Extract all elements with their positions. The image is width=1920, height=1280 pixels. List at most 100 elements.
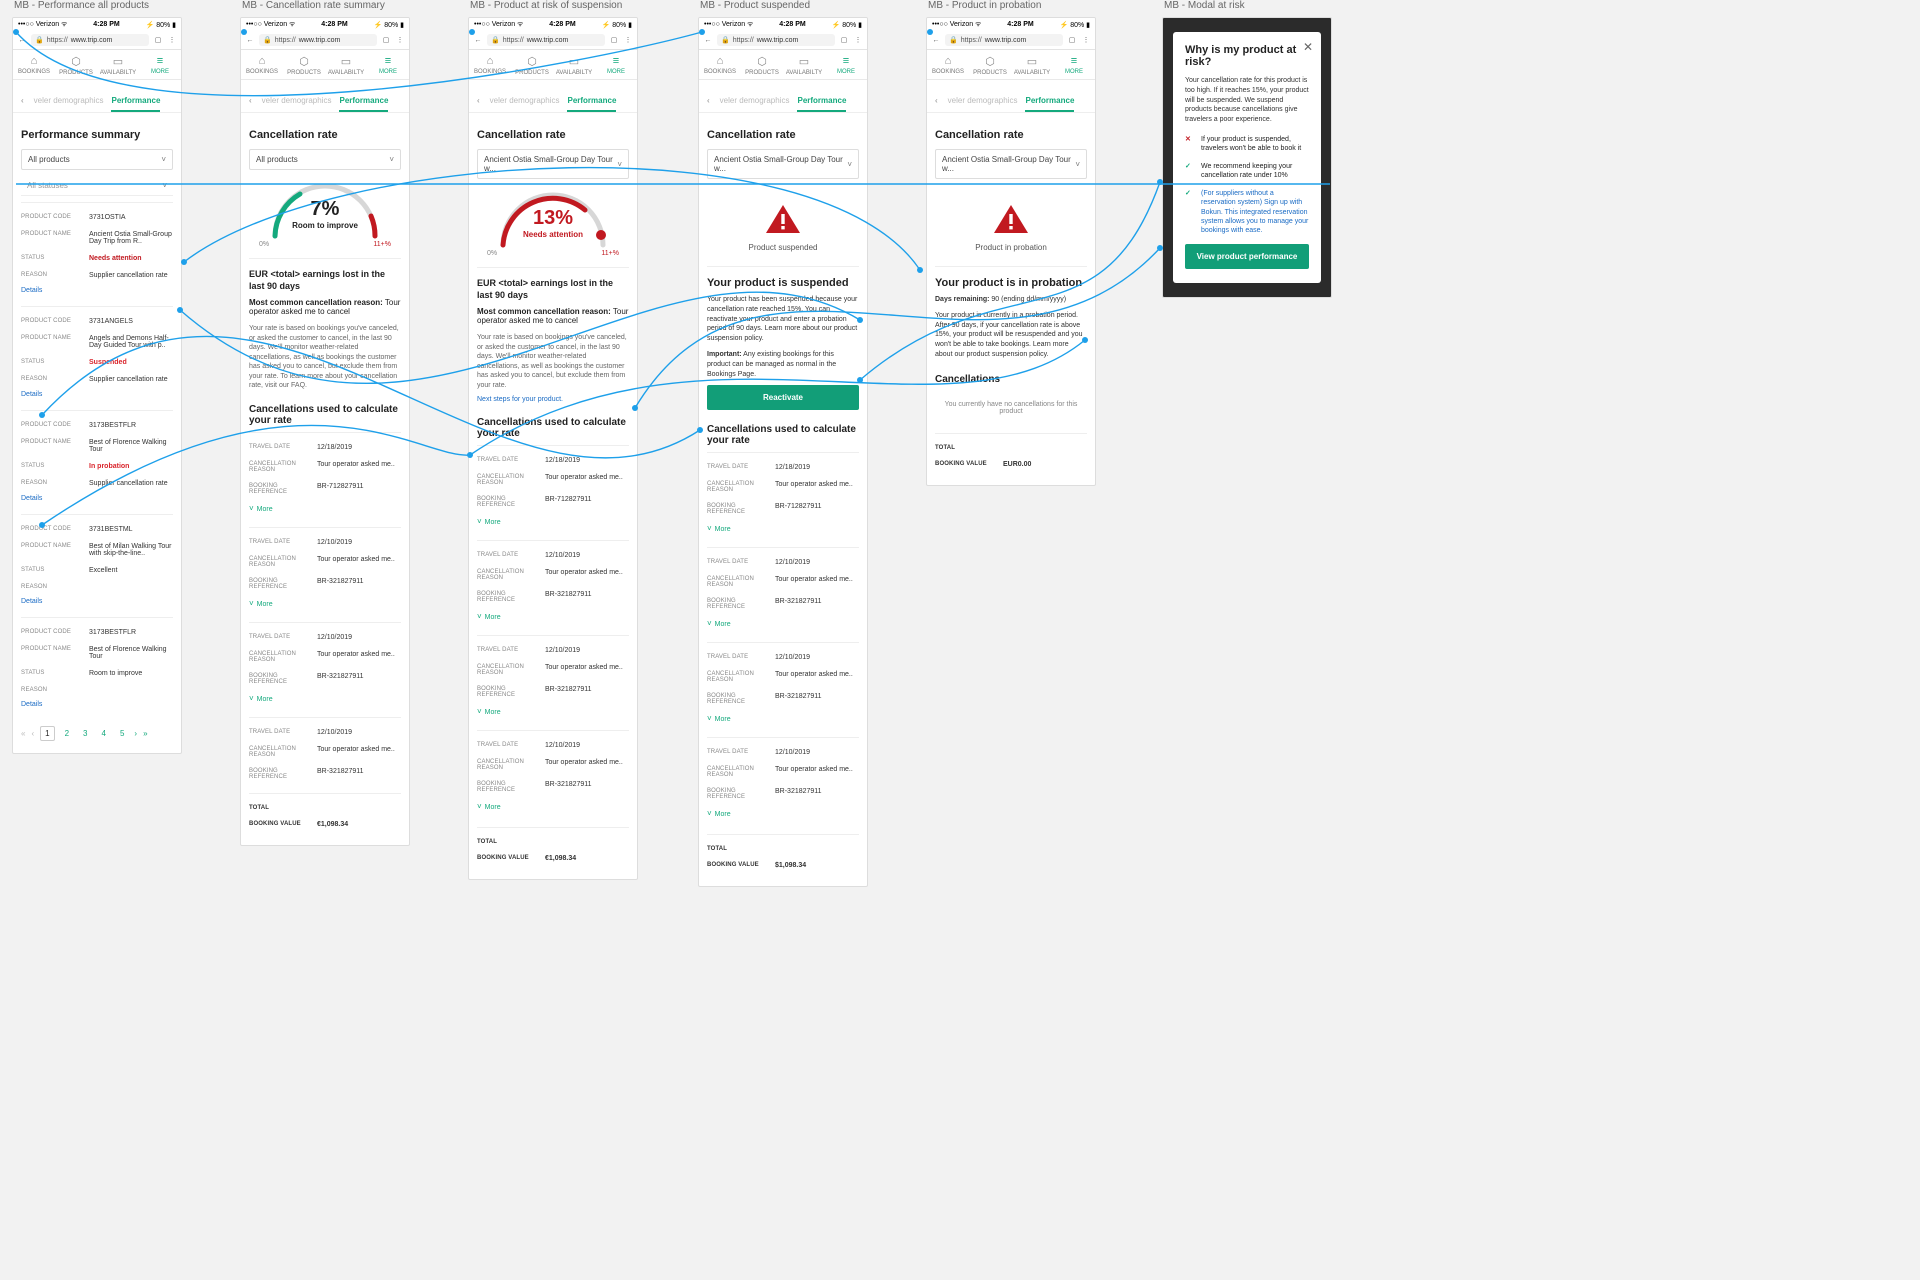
nav-bookings[interactable]: ⌂BOOKINGS [241, 55, 283, 76]
status-filter[interactable]: All statuses˅ [21, 176, 173, 196]
expand-more[interactable]: ˅More [707, 524, 731, 533]
status-bar: •••○○ Verizon ᯤ4:28 PM⚡ 80% ▮ [241, 18, 409, 31]
booking-value-label: BOOKING VALUE [249, 821, 311, 828]
expand-more[interactable]: ˅More [477, 612, 501, 621]
pager-last[interactable]: » [143, 729, 147, 738]
product-filter[interactable]: Ancient Ostia Small-Group Day Tour w...˅ [477, 149, 629, 179]
nav-more[interactable]: ≡MORE [139, 55, 181, 76]
chevron-left-icon[interactable]: ‹ [249, 96, 252, 112]
product-row: PRODUCT CODE3173BESTFLR PRODUCT NAMEBest… [21, 617, 173, 718]
carrier: •••○○ Verizon ᯤ [18, 20, 67, 29]
url-bar[interactable]: 🔒 https://www.trip.com [31, 34, 149, 46]
sub-tabs: ‹ veler demographics Performance [13, 88, 181, 113]
tab-demographics[interactable]: veler demographics [34, 96, 104, 112]
back-icon[interactable]: ← [245, 37, 255, 44]
expand-more[interactable]: ˅More [249, 599, 273, 608]
chevron-left-icon[interactable]: ‹ [21, 96, 24, 112]
view-performance-button[interactable]: View product performance [1185, 244, 1309, 269]
pager-next[interactable]: › [134, 729, 137, 738]
expand-more[interactable]: ˅More [707, 809, 731, 818]
pagination: « ‹ 1 2 3 4 5 › » [21, 726, 173, 741]
nav-more[interactable]: ≡MORE [367, 55, 409, 76]
expand-more[interactable]: ˅More [249, 504, 273, 513]
tab-demographics[interactable]: veler demographics [262, 96, 332, 112]
screen-label: MB - Modal at risk [1162, 0, 1332, 11]
pager-page[interactable]: 4 [97, 727, 109, 740]
details-link[interactable]: Details [21, 701, 42, 708]
lock-icon: 🔒 [35, 36, 44, 44]
tabs-icon[interactable]: ▢ [153, 36, 163, 44]
page-title: Cancellation rate [707, 129, 859, 141]
tab-performance[interactable]: Performance [111, 96, 160, 112]
pager-page[interactable]: 1 [40, 726, 54, 741]
url-bar[interactable]: 🔒https://www.trip.com [487, 34, 605, 46]
cxl-row: TRAVEL DATE12/18/2019 CANCELLATION REASO… [707, 452, 859, 541]
cxl-row: TRAVEL DATE12/10/2019 CANCELLATION REASO… [477, 540, 629, 629]
url-text: www.trip.com [71, 37, 113, 44]
gauge-value: 7% [265, 198, 385, 221]
nav-availability[interactable]: ▭AVAILABILTY [97, 55, 139, 76]
top-nav: ⌂BOOKINGS ⬡PRODUCTS ▭AVAILABILTY ≡MORE [13, 50, 181, 80]
expand-more[interactable]: ˅More [707, 714, 731, 723]
expand-more[interactable]: ˅More [707, 619, 731, 628]
url-bar[interactable]: 🔒https://www.trip.com [259, 34, 377, 46]
product-filter[interactable]: All products˅ [21, 149, 173, 170]
product-filter[interactable]: All products˅ [249, 149, 401, 170]
common-reason: Most common cancellation reason: Tour op… [249, 298, 401, 316]
product-row: PRODUCT CODE3173BESTFLR PRODUCT NAMEBest… [21, 410, 173, 512]
label-name: PRODUCT NAME [21, 231, 83, 245]
earnings-lost: EUR <total> earnings lost in the last 90… [249, 269, 401, 292]
gauge-min: 0% [259, 241, 269, 248]
tag-icon: ⌂ [13, 55, 55, 67]
tab-performance[interactable]: Performance [339, 96, 388, 112]
phone-frame: •••○○ Verizon ᯤ4:28 PM⚡ 80% ▮ ←🔒https://… [468, 17, 638, 880]
banner-title: Your product is suspended [707, 277, 859, 289]
tabs-icon[interactable]: ▢ [381, 36, 391, 44]
pager-page[interactable]: 2 [61, 727, 73, 740]
product-filter[interactable]: Ancient Ostia Small-Group Day Tour w...˅ [707, 149, 859, 179]
more-icon[interactable]: ⋮ [167, 36, 177, 44]
value-name: Ancient Ostia Small-Group Day Trip from … [89, 231, 173, 245]
nav-products[interactable]: ⬡PRODUCTS [283, 55, 325, 76]
cxl-heading: Cancellations [935, 374, 1087, 385]
close-icon[interactable]: ✕ [1303, 40, 1313, 54]
cxl-row: TRAVEL DATE12/10/2019 CANCELLATION REASO… [249, 717, 401, 785]
screen-label: MB - Product suspended [698, 0, 868, 11]
details-link[interactable]: Details [21, 391, 42, 398]
gauge-chart: 13%Needs attention [493, 185, 613, 250]
screen-label: MB - Performance all products [12, 0, 182, 11]
expand-more[interactable]: ˅More [477, 707, 501, 716]
cxl-row: TRAVEL DATE12/10/2019 CANCELLATION REASO… [249, 527, 401, 616]
reactivate-button[interactable]: Reactivate [707, 385, 859, 410]
product-row: PRODUCT CODE3731ANGELS PRODUCT NAMEAngel… [21, 306, 173, 408]
details-link[interactable]: Details [21, 495, 42, 502]
back-icon[interactable]: ← [17, 37, 27, 44]
phone-frame: •••○○ Verizon ᯤ4:28 PM⚡ 80% ▮ ← 🔒https://… [240, 17, 410, 846]
more-icon[interactable]: ⋮ [395, 36, 405, 44]
expand-more[interactable]: ˅More [477, 517, 501, 526]
totals: TOTAL BOOKING VALUE$1,098.34 [707, 834, 859, 874]
product-filter[interactable]: Ancient Ostia Small-Group Day Tour w...˅ [935, 149, 1087, 179]
expand-more[interactable]: ˅More [477, 802, 501, 811]
details-link[interactable]: Details [21, 598, 42, 605]
calendar-icon: ▭ [97, 55, 139, 68]
nav-bookings[interactable]: ⌂BOOKINGS [13, 55, 55, 76]
cxl-list-heading: Cancellations used to calculate your rat… [707, 424, 859, 446]
details-link[interactable]: Details [21, 287, 42, 294]
cxl-row: TRAVEL DATE12/10/2019 CANCELLATION REASO… [707, 737, 859, 826]
clock: 4:28 PM [93, 21, 119, 28]
pager-page[interactable]: 5 [116, 727, 128, 740]
nav-products[interactable]: ⬡PRODUCTS [55, 55, 97, 76]
browser-chrome: ← 🔒 https://www.trip.com ▢ ⋮ [13, 31, 181, 50]
check-icon: ✓ [1185, 189, 1195, 236]
modal-title: Why is my product at risk? [1185, 44, 1309, 68]
next-steps-link[interactable]: Next steps for your product. [477, 396, 563, 403]
rate-explainer: Your rate is based on bookings you've ca… [249, 324, 401, 390]
nav-availability[interactable]: ▭AVAILABILTY [325, 55, 367, 76]
gauge-caption: Needs attention [493, 230, 613, 239]
back-icon[interactable]: ← [473, 37, 483, 44]
expand-more[interactable]: ˅More [249, 694, 273, 703]
phone-frame: •••○○ Verizon ᯤ4:28 PM⚡ 80% ▮ ←🔒https://… [698, 17, 868, 887]
pager-page[interactable]: 3 [79, 727, 91, 740]
modal-bullet-link[interactable]: ✓(For suppliers without a reservation sy… [1185, 189, 1309, 236]
